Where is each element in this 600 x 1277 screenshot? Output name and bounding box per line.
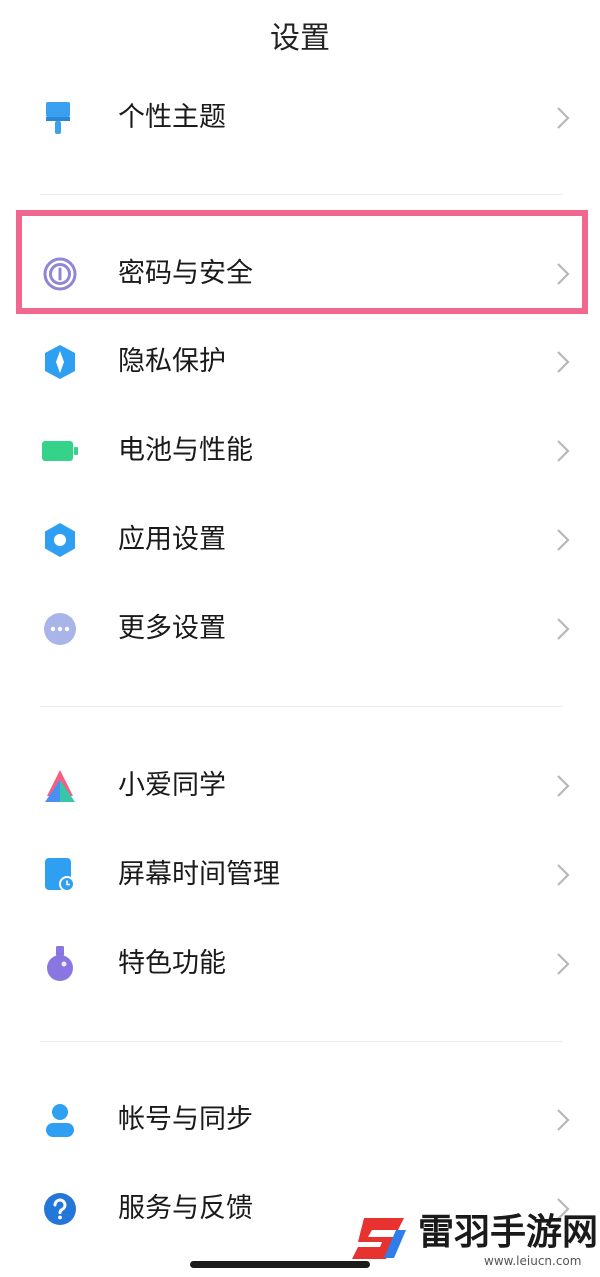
chevron-right-icon <box>556 350 570 374</box>
chevron-right-icon <box>556 952 570 976</box>
settings-item-label: 更多设置 <box>118 613 226 644</box>
section-divider <box>40 706 563 707</box>
settings-item-label: 密码与安全 <box>118 258 253 289</box>
watermark-logo-icon <box>350 1212 412 1266</box>
chevron-right-icon <box>556 617 570 641</box>
settings-item-theme[interactable]: 个性主题 <box>0 74 600 162</box>
settings-item-battery[interactable]: 电池与性能 <box>0 407 600 495</box>
account-icon <box>40 1100 80 1140</box>
section-divider <box>40 194 563 195</box>
settings-item-special-features[interactable]: 特色功能 <box>0 920 600 1008</box>
settings-item-label: 屏幕时间管理 <box>118 859 280 890</box>
settings-item-privacy[interactable]: 隐私保护 <box>0 318 600 406</box>
home-indicator[interactable] <box>190 1261 370 1268</box>
settings-item-account-sync[interactable]: 帐号与同步 <box>0 1076 600 1164</box>
settings-item-label: 帐号与同步 <box>118 1104 253 1135</box>
chevron-right-icon <box>556 528 570 552</box>
settings-item-screen-time[interactable]: 屏幕时间管理 <box>0 831 600 919</box>
fingerprint-icon <box>40 254 80 294</box>
chevron-right-icon <box>556 439 570 463</box>
watermark-url: www.leiucn.com <box>484 1254 582 1268</box>
chevron-right-icon <box>556 1108 570 1132</box>
gear-icon <box>40 520 80 560</box>
chevron-right-icon <box>556 106 570 130</box>
settings-item-app-settings[interactable]: 应用设置 <box>0 496 600 584</box>
settings-item-xiaoai[interactable]: 小爱同学 <box>0 742 600 830</box>
settings-item-password-security[interactable]: 密码与安全 <box>0 230 600 318</box>
settings-item-label: 电池与性能 <box>118 435 253 466</box>
chevron-right-icon <box>556 262 570 286</box>
flask-icon <box>40 944 80 984</box>
help-icon <box>40 1189 80 1229</box>
settings-item-label: 个性主题 <box>118 102 226 133</box>
settings-item-label: 隐私保护 <box>118 346 226 377</box>
settings-item-label: 特色功能 <box>118 948 226 979</box>
battery-icon <box>40 431 80 471</box>
settings-item-label: 应用设置 <box>118 524 226 555</box>
xiaoai-icon <box>40 766 80 806</box>
screen-time-icon <box>40 855 80 895</box>
watermark-text: 雷羽手游网 <box>418 1211 599 1253</box>
paintbrush-icon <box>40 98 80 138</box>
chevron-right-icon <box>556 774 570 798</box>
settings-item-more[interactable]: 更多设置 <box>0 585 600 673</box>
settings-item-label: 服务与反馈 <box>118 1193 253 1224</box>
section-divider <box>40 1041 563 1042</box>
page-title: 设置 <box>270 21 330 56</box>
watermark: 雷羽手游网 www.leiucn.com <box>350 1206 599 1272</box>
more-dots-icon <box>40 609 80 649</box>
settings-item-label: 小爱同学 <box>118 770 226 801</box>
shield-icon <box>40 342 80 382</box>
chevron-right-icon <box>556 863 570 887</box>
